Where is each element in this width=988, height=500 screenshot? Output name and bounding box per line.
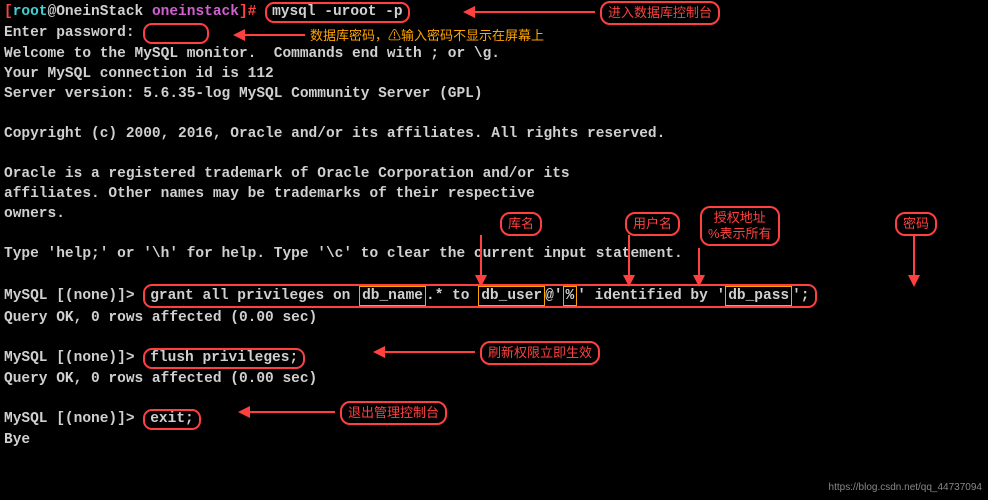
arrow-password-note [235,34,305,36]
trademark-line-1: Oracle is a registered trademark of Orac… [4,164,984,184]
arrow-grant-addr [698,248,700,285]
blank [4,144,984,164]
blank [4,224,984,244]
query-ok-2: Query OK, 0 rows affected (0.00 sec) [4,369,984,389]
db-pass-box: db_pass [725,286,792,306]
blank [4,104,984,124]
blank [4,389,984,409]
copyright-line: Copyright (c) 2000, 2016, Oracle and/or … [4,124,984,144]
exit-cmd: exit; [143,409,201,430]
callout-exit: 退出管理控制台 [340,401,447,425]
trademark-line-3: owners. [4,204,984,224]
welcome-line: Welcome to the MySQL monitor. Commands e… [4,44,984,64]
blank [4,264,984,284]
watermark: https://blog.csdn.net/qq_44737094 [829,478,982,498]
grant-line: MySQL [(none)]> grant all privileges on … [4,284,984,308]
query-ok-1: Query OK, 0 rows affected (0.00 sec) [4,308,984,328]
conn-id-line: Your MySQL connection id is 112 [4,64,984,84]
arrow-dbname [480,235,482,285]
callout-enter-console: 进入数据库控制台 [600,1,720,25]
empty-password [143,23,209,44]
flush-cmd: flush privileges; [143,348,305,369]
grant-statement: grant all privileges on db_name.* to db_… [143,284,816,308]
arrow-enter-console [465,11,595,13]
db-name-box: db_name [359,286,426,306]
arrow-password [913,235,915,285]
callout-username: 用户名 [625,212,680,236]
callout-password: 密码 [895,212,937,236]
bracket: [ [4,4,13,20]
dir: oneinstack [152,4,239,20]
at-host: @OneinStack [48,4,152,20]
callout-dbname: 库名 [500,212,542,236]
help-line: Type 'help;' or '\h' for help. Type '\c'… [4,244,984,264]
bracket-close: ]# [239,4,265,20]
db-user-box: db_user [478,286,545,306]
exit-line: MySQL [(none)]> exit; [4,409,984,430]
arrow-username [628,235,630,285]
trademark-line-2: affiliates. Other names may be trademark… [4,184,984,204]
server-version-line: Server version: 5.6.35-log MySQL Communi… [4,84,984,104]
arrow-flush [375,351,475,353]
arrow-exit [240,411,335,413]
callout-grant-addr: 授权地址%表示所有 [700,206,780,246]
callout-password-note: 数据库密码，⚠输入密码不显示在屏幕上 [310,26,544,46]
user: root [13,4,48,20]
host-box: % [563,286,578,306]
bye-line: Bye [4,430,984,450]
callout-flush: 刷新权限立即生效 [480,341,600,365]
cmd-mysql: mysql -uroot -p [265,2,410,23]
